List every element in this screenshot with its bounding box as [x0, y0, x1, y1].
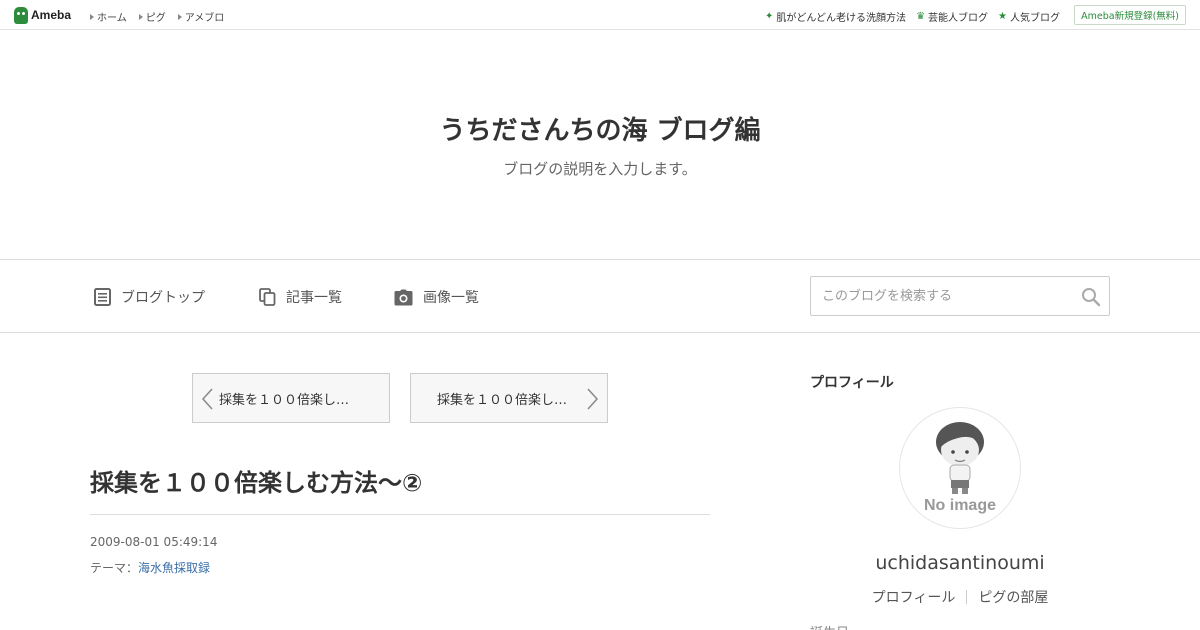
global-nav-label: ピグ: [145, 13, 166, 24]
global-nav-ameblo[interactable]: アメブロ: [177, 9, 225, 24]
nav-label: 画像一覧: [423, 290, 479, 306]
document-icon: [94, 288, 111, 306]
title-divider: [90, 514, 710, 515]
nav-blog-top[interactable]: ブログトップ: [94, 287, 205, 307]
nav-label: 記事一覧: [286, 290, 342, 306]
blog-header: うちださんちの海 ブログ編 ブログの説明を入力します。: [0, 30, 1200, 260]
triangle-right-icon: [90, 13, 94, 20]
global-nav-pigg[interactable]: ピグ: [138, 9, 166, 24]
prev-entry-label: 採集を１００倍楽し…: [219, 392, 350, 408]
crown-icon: ♛: [916, 10, 926, 22]
nav-entry-list[interactable]: 記事一覧: [259, 287, 342, 307]
search-icon[interactable]: [1081, 287, 1101, 307]
ameba-logo-icon: [14, 6, 28, 24]
promo-link-popular-blogs[interactable]: ★ 人気ブログ: [998, 9, 1060, 24]
global-nav-label: アメブロ: [184, 13, 225, 24]
logo-text: Ameba: [31, 8, 72, 22]
blog-search: [810, 276, 1110, 316]
entry-title[interactable]: 採集を１００倍楽しむ方法～②: [90, 463, 422, 498]
no-image-text: No image: [923, 497, 996, 514]
triangle-right-icon: [177, 13, 182, 20]
global-nav-home[interactable]: ホーム: [90, 9, 127, 24]
next-entry-label: 採集を１００倍楽し…: [437, 392, 568, 408]
triangle-right-icon: [138, 13, 143, 20]
promo-links: ✦ 肌がどんどん老ける洗顔方法 ♛ 芸能人ブログ ★ 人気ブログ: [765, 9, 1060, 24]
nav-label: ブログトップ: [121, 290, 205, 306]
profile-detail-cut: 誕生日: [810, 622, 849, 630]
entry-theme: テーマ：海水魚採取録: [90, 559, 210, 576]
promo-link-label: 芸能人ブログ: [928, 13, 989, 24]
avatar[interactable]: No image: [900, 408, 1020, 528]
camera-icon: [394, 289, 413, 306]
theme-link[interactable]: 海水魚採取録: [138, 561, 210, 575]
promo-link-label: 人気ブログ: [1010, 13, 1060, 24]
profile-name[interactable]: uchidasantinoumi: [810, 552, 1110, 574]
blog-title[interactable]: うちださんちの海 ブログ編: [0, 110, 1200, 147]
blog-nav: ブログトップ 記事一覧 画像一覧: [0, 260, 1200, 333]
ameba-logo[interactable]: Ameba: [14, 6, 71, 24]
global-nav: ホーム ピグ アメブロ: [90, 9, 224, 24]
next-entry-button[interactable]: 採集を１００倍楽し…: [410, 373, 608, 423]
star-icon: ★: [998, 10, 1007, 22]
global-nav-label: ホーム: [97, 13, 127, 24]
search-input[interactable]: [811, 277, 1071, 315]
chevron-left-icon: [201, 388, 215, 410]
blog-description: ブログの説明を入力します。: [503, 160, 697, 178]
nav-image-list[interactable]: 画像一覧: [394, 287, 479, 307]
promo-link-face-wash[interactable]: ✦ 肌がどんどん老ける洗顔方法: [765, 9, 906, 24]
pigg-room-link[interactable]: ピグの部屋: [967, 587, 1059, 607]
copy-icon: [259, 288, 276, 306]
entry-date: 2009-08-01 05:49:14: [90, 535, 218, 549]
profile-link[interactable]: プロフィール: [861, 587, 967, 607]
chevron-right-icon: [585, 388, 599, 410]
prev-entry-button[interactable]: 採集を１００倍楽し…: [192, 373, 390, 423]
promo-link-label: 肌がどんどん老ける洗顔方法: [776, 13, 907, 24]
register-button[interactable]: Ameba新規登録(無料): [1074, 5, 1186, 25]
global-header: Ameba ホーム ピグ アメブロ ✦ 肌がどんどん老ける洗顔方法 ♛ 芸能人ブ…: [0, 0, 1200, 30]
promo-link-celebrity-blogs[interactable]: ♛ 芸能人ブログ: [916, 9, 988, 24]
sparkle-icon: ✦: [764, 10, 774, 22]
profile-links: プロフィール ピグの部屋: [810, 587, 1110, 607]
profile-heading: プロフィール: [810, 375, 894, 391]
theme-label: テーマ：: [90, 561, 139, 575]
